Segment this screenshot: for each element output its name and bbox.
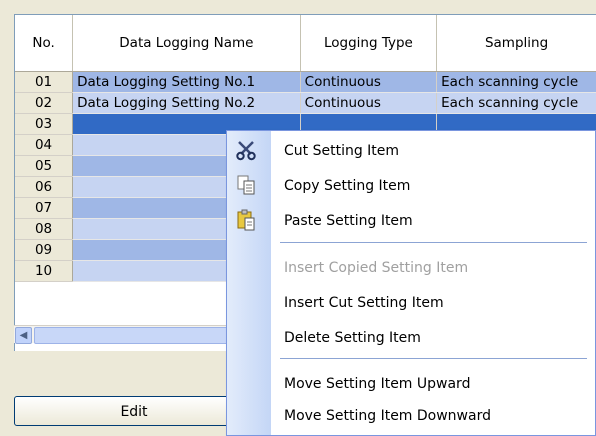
row-number: 06 xyxy=(15,176,74,198)
sampling-cell[interactable]: Each scanning cycle xyxy=(436,71,596,93)
menu-item-move-downward[interactable]: Move Setting Item Downward xyxy=(284,402,491,430)
menu-separator xyxy=(280,358,587,359)
copy-icon xyxy=(237,175,255,195)
menu-item-insert-copied: Insert Copied Setting Item xyxy=(284,260,469,276)
row-number: 08 xyxy=(15,218,74,240)
paste-icon xyxy=(237,209,255,231)
logging-name-cell[interactable]: Data Logging Setting No.2 xyxy=(72,92,301,114)
header-sampling[interactable]: Sampling xyxy=(436,15,596,72)
menu-item-move-upward[interactable]: Move Setting Item Upward xyxy=(284,370,470,398)
logging-name-cell[interactable]: Data Logging Setting No.1 xyxy=(72,71,301,93)
row-number: 04 xyxy=(15,134,74,156)
row-number: 05 xyxy=(15,155,74,177)
logging-type-cell[interactable]: Continuous xyxy=(300,92,438,114)
scissors-icon xyxy=(236,141,256,161)
menu-item-copy[interactable]: Copy Setting Item xyxy=(284,172,410,200)
header-no[interactable]: No. xyxy=(15,15,74,72)
sampling-cell[interactable]: Each scanning cycle xyxy=(436,92,596,114)
logging-type-cell[interactable]: Continuous xyxy=(300,71,438,93)
row-number: 10 xyxy=(15,260,74,282)
row-number: 03 xyxy=(15,113,74,135)
edit-button[interactable]: Edit xyxy=(14,396,254,426)
menu-item-paste[interactable]: Paste Setting Item xyxy=(284,207,413,235)
context-menu: Cut Setting Item Copy Setting Item Paste… xyxy=(226,130,596,436)
row-number: 02 xyxy=(15,92,74,114)
table-row[interactable]: 01 Data Logging Setting No.1 Continuous … xyxy=(15,71,596,93)
header-data-logging-name[interactable]: Data Logging Name xyxy=(72,15,301,72)
menu-item-cut[interactable]: Cut Setting Item xyxy=(284,137,399,165)
scroll-left-arrow-icon[interactable]: ◀ xyxy=(15,327,32,344)
table-row[interactable]: 02 Data Logging Setting No.2 Continuous … xyxy=(15,92,596,114)
row-number: 07 xyxy=(15,197,74,219)
header-logging-type[interactable]: Logging Type xyxy=(300,15,438,72)
row-number: 09 xyxy=(15,239,74,261)
menu-item-insert-cut[interactable]: Insert Cut Setting Item xyxy=(284,289,444,317)
row-number: 01 xyxy=(15,71,74,93)
table-header-row: No. Data Logging Name Logging Type Sampl… xyxy=(15,15,596,72)
menu-item-delete[interactable]: Delete Setting Item xyxy=(284,324,421,352)
menu-separator xyxy=(280,242,587,243)
